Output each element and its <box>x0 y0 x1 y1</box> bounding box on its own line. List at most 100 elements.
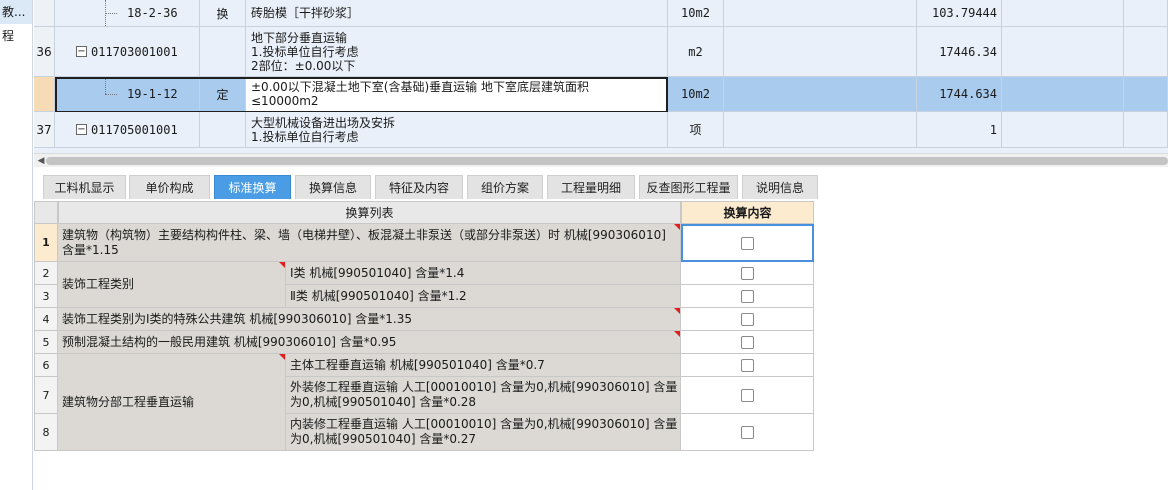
tab-quantity-details[interactable]: 工程量明细 <box>547 175 635 199</box>
row-code: 011705001001 <box>91 122 178 137</box>
comment-marker-icon <box>674 308 680 314</box>
row-name: 地下部分垂直运输 1.投标单位自行考虑 2部位：±0.00以下 <box>246 27 668 76</box>
conversion-item: 建筑物（构筑物）主要结构构件柱、梁、墙（电梯井壁）、板混凝土非泵送（或部分非泵送… <box>58 224 681 262</box>
conversion-group-decoration: 装饰工程类别 <box>58 262 286 308</box>
conversion-item: 主体工程垂直运输 机械[990501040] 含量*0.7 <box>286 354 681 377</box>
row-code: 18-2-36 <box>127 6 178 20</box>
row-code-cell: − 011705001001 <box>55 112 200 147</box>
checkbox[interactable] <box>740 289 754 303</box>
conversion-item: Ⅱ类 机械[990501040] 含量*1.2 <box>286 285 681 308</box>
table-row[interactable]: 36 − 011703001001 地下部分垂直运输 1.投标单位自行考虑 2部… <box>34 27 1168 77</box>
comment-marker-icon <box>279 354 285 360</box>
row-unit: 项 <box>668 112 724 147</box>
row-type: 定 <box>200 77 246 111</box>
row-name-editing[interactable]: ±0.00以下混凝土地下室(含基础)垂直运输 地下室底层建筑面积 ≤10000m… <box>246 77 668 111</box>
checkbox[interactable] <box>740 358 754 372</box>
checkbox[interactable] <box>740 312 754 326</box>
row-quantity: 17446.34 <box>917 27 1002 76</box>
tree-connector <box>105 77 106 94</box>
row-index[interactable]: 4 <box>34 308 58 331</box>
scroll-left-icon[interactable]: ◀ <box>36 154 46 168</box>
tab-labor-material-machine[interactable]: 工料机显示 <box>43 175 126 199</box>
checkbox[interactable] <box>740 335 754 349</box>
row-expression <box>724 112 917 147</box>
row-unit: 10m2 <box>668 77 724 111</box>
nav-item-project[interactable]: 程 <box>0 24 32 48</box>
conversion-item: 装饰工程类别为Ⅰ类的特殊公共建筑 机械[990306010] 含量*1.35 <box>58 308 681 331</box>
row-number: 36 <box>34 27 55 76</box>
row-index[interactable]: 1 <box>34 224 58 262</box>
checkbox[interactable] <box>740 388 754 402</box>
table-row[interactable]: 37 − 011705001001 大型机械设备进出场及安拆 1.投标单位自行考… <box>34 112 1168 148</box>
conversion-group-vertical-transport: 建筑物分部工程垂直运输 <box>58 354 286 451</box>
row-quantity: 1744.634 <box>917 77 1002 111</box>
table-row-selected[interactable]: 19-1-12 定 ±0.00以下混凝土地下室(含基础)垂直运输 地下室底层建筑… <box>34 77 1168 112</box>
conversion-item: Ⅰ类 机械[990501040] 含量*1.4 <box>286 262 681 285</box>
row-type <box>200 27 246 76</box>
collapse-icon[interactable]: − <box>76 124 87 135</box>
conversion-checkbox-cell[interactable] <box>681 224 814 262</box>
conversion-checkbox-cell[interactable] <box>681 377 814 414</box>
row-index[interactable]: 6 <box>34 354 58 377</box>
conversion-item: 预制混凝土结构的一般民用建筑 机械[990306010] 含量*0.95 <box>58 331 681 354</box>
comment-marker-icon <box>674 331 680 337</box>
detail-tabs: 工料机显示 单价构成 标准换算 换算信息 特征及内容 组价方案 工程量明细 反查… <box>34 168 1168 201</box>
nav-item-teaching[interactable]: 教... <box>0 0 32 24</box>
row-name: 砖胎模［干拌砂浆］ <box>246 0 668 26</box>
row-index[interactable]: 7 <box>34 377 58 414</box>
comment-marker-icon <box>674 224 680 230</box>
row-name: 大型机械设备进出场及安拆 1.投标单位自行考虑 <box>246 112 668 147</box>
row-code-cell: 18-2-36 <box>55 0 200 26</box>
row-index[interactable]: 3 <box>34 285 58 308</box>
tree-connector <box>105 94 117 95</box>
tab-pricing-scheme[interactable]: 组价方案 <box>467 175 543 199</box>
tab-unit-price-composition[interactable]: 单价构成 <box>129 175 210 199</box>
row-type <box>200 112 246 147</box>
tab-reverse-graphic-quantity[interactable]: 反查图形工程量 <box>639 175 738 199</box>
conversion-checkbox-cell[interactable] <box>681 308 814 331</box>
row-unit: 10m2 <box>668 0 724 26</box>
conversion-item: 内装修工程垂直运输 人工[00010010] 含量为0,机械[990306010… <box>286 414 681 451</box>
checkbox[interactable] <box>740 266 754 280</box>
horizontal-scrollbar[interactable]: ◀ <box>34 153 1168 167</box>
conversion-item: 外装修工程垂直运输 人工[00010010] 含量为0,机械[990306010… <box>286 377 681 414</box>
checkbox[interactable] <box>741 236 754 250</box>
row-index[interactable]: 2 <box>34 262 58 285</box>
row-quantity: 103.79444 <box>917 0 1002 26</box>
row-unit: m2 <box>668 27 724 76</box>
tab-description-info[interactable]: 说明信息 <box>742 175 818 199</box>
conversion-checkbox-cell[interactable] <box>681 414 814 451</box>
tab-standard-conversion[interactable]: 标准换算 <box>214 175 291 199</box>
row-index[interactable]: 5 <box>34 331 58 354</box>
collapse-icon[interactable]: − <box>76 46 87 57</box>
quota-grid: 18-2-36 换 砖胎模［干拌砂浆］ 10m2 103.79444 36 − … <box>34 0 1168 153</box>
header-conversion-content: 换算内容 <box>681 201 814 224</box>
left-nav: 教... 程 <box>0 0 33 490</box>
header-index <box>34 201 58 224</box>
row-code-cell: − 011703001001 <box>55 27 200 76</box>
tab-conversion-info[interactable]: 换算信息 <box>295 175 371 199</box>
row-expression <box>724 27 917 76</box>
row-code-cell: 19-1-12 <box>55 77 200 111</box>
header-conversion-list: 换算列表 <box>58 201 681 224</box>
tab-features-content[interactable]: 特征及内容 <box>375 175 463 199</box>
row-number <box>34 0 55 26</box>
conversion-table: 换算列表 换算内容 1 2 3 4 5 6 7 8 建筑物（构筑物）主要结构构件… <box>34 201 814 451</box>
checkbox[interactable] <box>740 425 754 439</box>
row-expression <box>724 0 917 26</box>
row-quantity: 1 <box>917 112 1002 147</box>
row-index[interactable]: 8 <box>34 414 58 451</box>
conversion-checkbox-cell[interactable] <box>681 285 814 308</box>
conversion-checkbox-cell[interactable] <box>681 354 814 377</box>
conversion-checkbox-cell[interactable] <box>681 331 814 354</box>
row-number <box>34 77 55 111</box>
row-number: 37 <box>34 112 55 147</box>
tree-connector <box>105 13 117 14</box>
scrollbar-thumb[interactable] <box>46 157 1168 165</box>
comment-marker-icon <box>279 262 285 268</box>
row-code: 011703001001 <box>91 44 178 59</box>
row-code: 19-1-12 <box>127 87 178 101</box>
table-row[interactable]: 18-2-36 换 砖胎模［干拌砂浆］ 10m2 103.79444 <box>34 0 1168 27</box>
conversion-checkbox-cell[interactable] <box>681 262 814 285</box>
row-expression <box>724 77 917 111</box>
